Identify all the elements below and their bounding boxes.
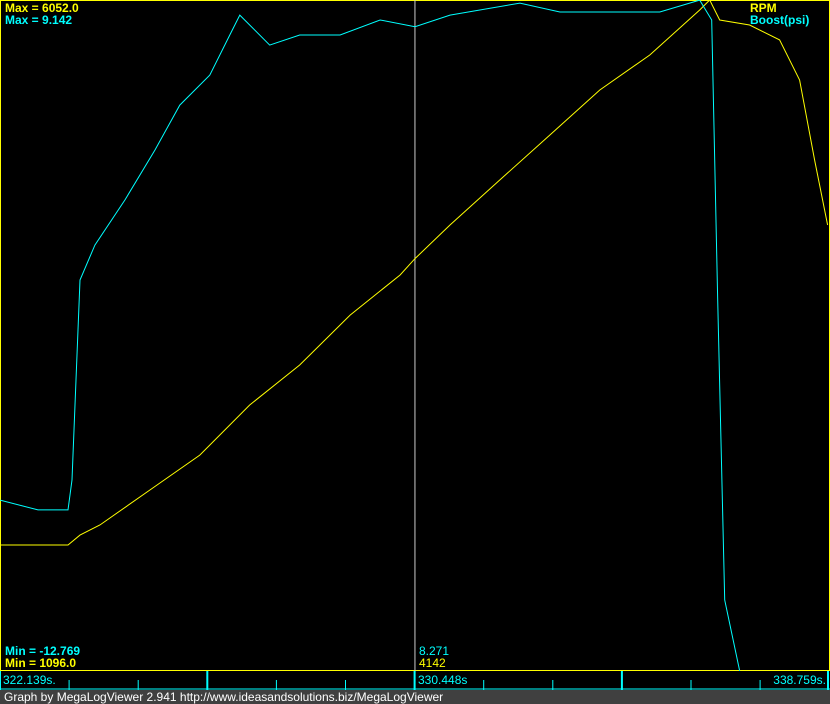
boost-max-label: Max = 9.142 bbox=[5, 13, 73, 27]
time-axis[interactable]: 322.139s. 330.448s 338.759s. bbox=[0, 671, 830, 690]
chart-svg bbox=[0, 0, 829, 671]
rpm-min-label: Min = 1096.0 bbox=[5, 656, 77, 670]
footer-credit: Graph by MegaLogViewer 2.941 http://www.… bbox=[0, 690, 830, 704]
cursor-rpm-value: 4142 bbox=[419, 656, 446, 670]
time-start-label: 322.139s. bbox=[3, 673, 56, 687]
chart-window: Max = 6052.0 Max = 9.142 Min = -12.769 M… bbox=[0, 0, 830, 704]
series-line-boost bbox=[0, 0, 741, 671]
legend-boost: Boost(psi) bbox=[750, 13, 810, 27]
time-cursor-label: 330.448s bbox=[418, 673, 468, 687]
series-line-rpm bbox=[0, 0, 829, 546]
time-axis-ticks bbox=[0, 671, 830, 690]
time-end-label: 338.759s. bbox=[773, 673, 826, 687]
